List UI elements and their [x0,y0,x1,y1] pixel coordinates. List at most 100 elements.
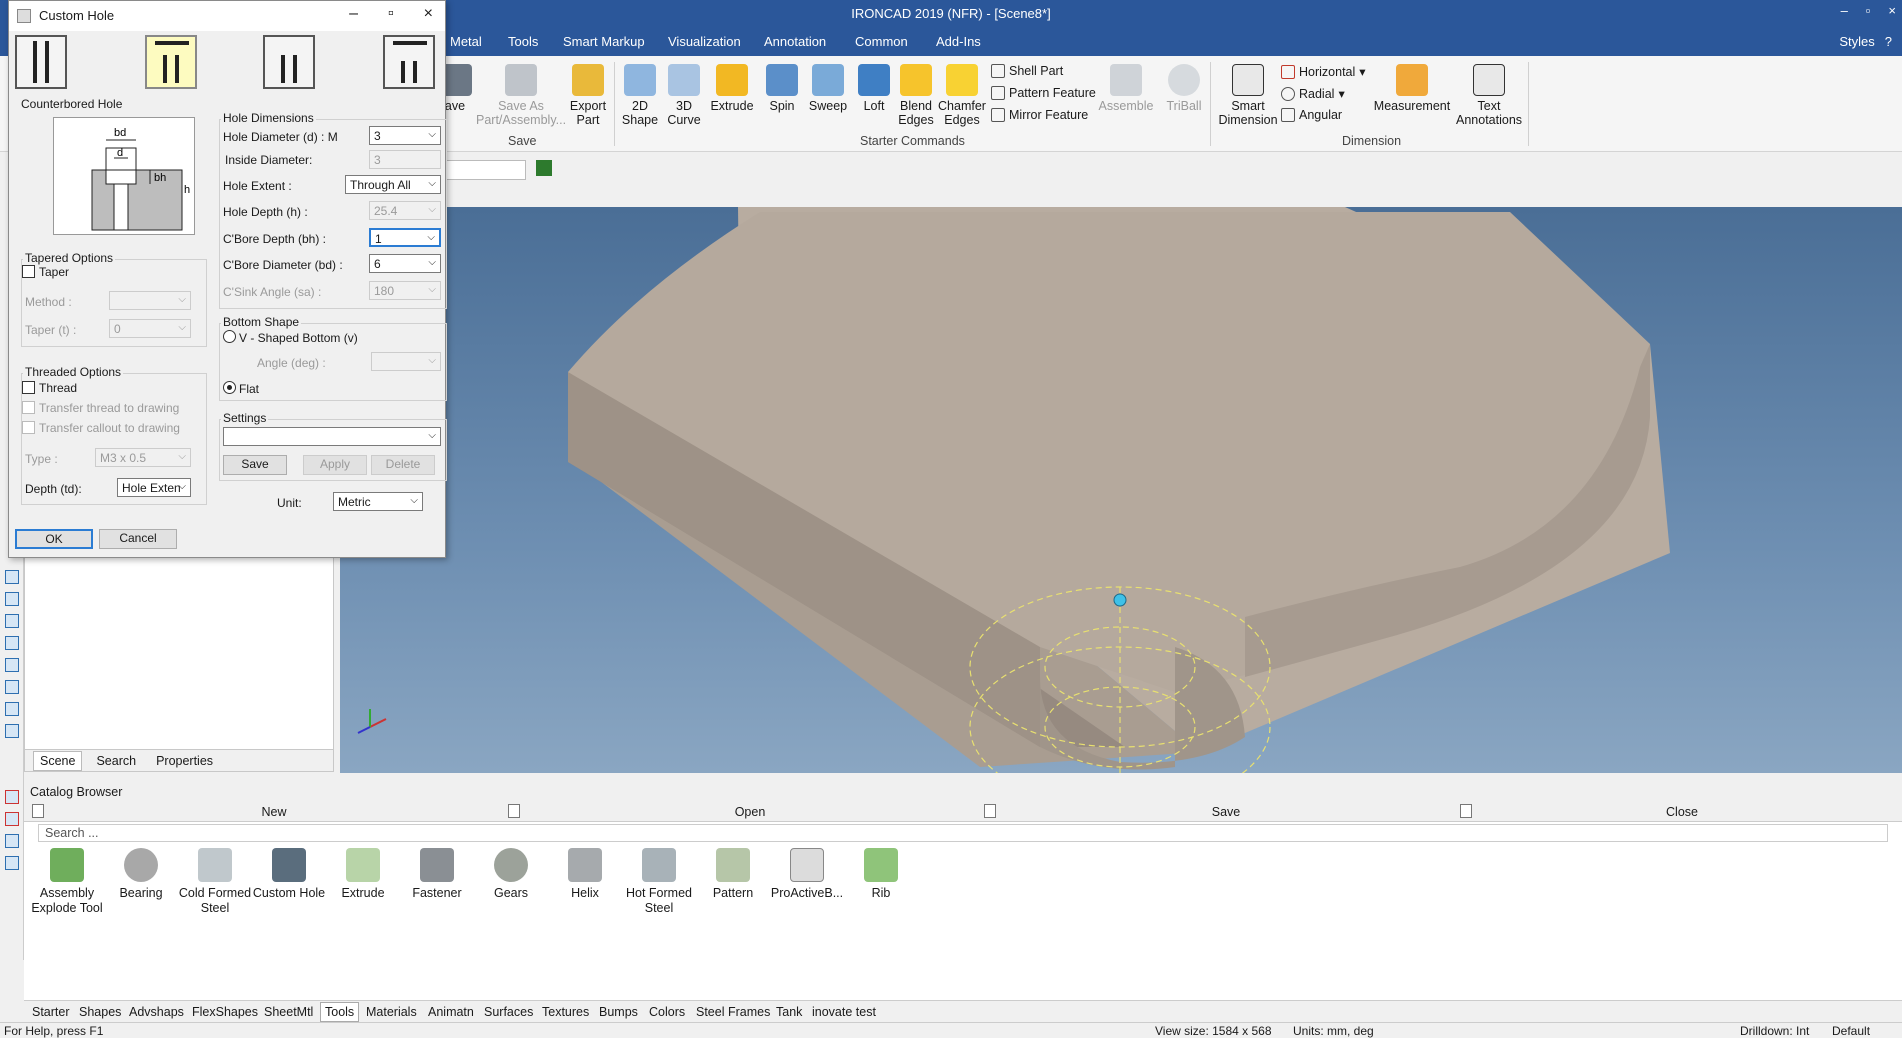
blend-edges-button[interactable]: Blend Edges [896,64,936,127]
scene-browser[interactable]: Scene Search Properties [24,540,334,772]
chamfer-edges-button[interactable]: Chamfer Edges [938,64,986,127]
text-annotations-button[interactable]: Text Annotations [1456,64,1522,127]
flat-radio[interactable] [223,381,236,394]
3d-curve-button[interactable]: 3D Curve [664,64,704,127]
tool-icon-7[interactable] [5,702,19,716]
tool-icon-1[interactable] [5,570,19,584]
catalog-tab-textures[interactable]: Textures [542,1005,589,1019]
catalog-item-cold-formed-steel[interactable]: Cold Formed Steel [176,848,254,916]
catalog-tab-flexshapes[interactable]: FlexShapes [192,1005,258,1019]
catalog-tab-sheetmtl[interactable]: SheetMtl [264,1005,313,1019]
shell-part-button[interactable]: Shell Part [991,64,1063,78]
cancel-button[interactable]: Cancel [99,529,177,549]
extrude-button[interactable]: Extrude [708,64,756,113]
dialog-minimize-button[interactable]: – [349,5,358,23]
maximize-button[interactable]: ▫ [1866,3,1871,18]
tool-icon-2[interactable] [5,592,19,606]
minimize-button[interactable]: – [1841,3,1848,18]
tab-metal[interactable]: Metal [450,34,482,49]
settings-apply-button[interactable]: Apply [303,455,367,475]
tab-properties[interactable]: Properties [150,752,219,770]
part-model[interactable] [340,207,1902,808]
catalog-open-button[interactable]: Open [520,805,980,819]
loft-button[interactable]: Loft [852,64,896,113]
cbore-depth-field[interactable]: 1 ⌵ [369,228,441,247]
3d-viewport[interactable] [340,207,1902,808]
settings-select[interactable]: ⌵ [223,427,441,446]
catalog-item-hot-formed-steel[interactable]: Hot Formed Steel [620,848,698,916]
mirror-feature-button[interactable]: Mirror Feature [991,108,1088,122]
tab-tools[interactable]: Tools [508,34,538,49]
dialog-close-button[interactable]: × [424,5,433,23]
catalog-tab-shapes[interactable]: Shapes [79,1005,121,1019]
tool-icon-12[interactable] [5,856,19,870]
horizontal-dim-button[interactable]: Horizontal ▾ [1281,64,1366,79]
pattern-feature-button[interactable]: Pattern Feature [991,86,1096,100]
catalog-tab-inovate-test[interactable]: inovate test [812,1005,876,1019]
catalog-search-input[interactable]: Search ... [38,824,1888,842]
default-dropdown[interactable]: Default [1832,1024,1870,1038]
sweep-button[interactable]: Sweep [806,64,850,113]
catalog-tab-tank[interactable]: Tank [776,1005,802,1019]
tool-icon-11[interactable] [5,834,19,848]
tool-icon-5[interactable] [5,658,19,672]
settings-save-button[interactable]: Save [223,455,287,475]
smart-dimension-button[interactable]: Smart Dimension [1218,64,1278,127]
tab-common[interactable]: Common [855,34,908,49]
catalog-item-assembly-explode[interactable]: Assembly Explode Tool [28,848,106,916]
catalog-tab-bumps[interactable]: Bumps [599,1005,638,1019]
catalog-tab-advshaps[interactable]: Advshaps [129,1005,184,1019]
drilldown-dropdown[interactable]: Drilldown: Int [1740,1024,1809,1038]
catalog-item-helix[interactable]: Helix [546,848,624,901]
tool-icon-4[interactable] [5,636,19,650]
depth-td-select[interactable]: Hole Exten ⌵ [117,478,191,497]
unit-select[interactable]: Metric ⌵ [333,492,423,511]
help-icon[interactable]: ? [1885,34,1892,49]
catalog-item-proactive[interactable]: ProActiveB... [768,848,846,901]
catalog-item-gears[interactable]: Gears [472,848,550,901]
tool-icon-6[interactable] [5,680,19,694]
export-part-button[interactable]: Export Part [566,64,610,127]
radial-dim-button[interactable]: Radial ▾ [1281,86,1345,101]
catalog-tab-colors[interactable]: Colors [649,1005,685,1019]
catalog-item-rib[interactable]: Rib [842,848,920,901]
catalog-close-button[interactable]: Close [1472,805,1892,819]
thread-checkbox[interactable] [22,381,35,394]
catalog-tab-starter[interactable]: Starter [32,1005,70,1019]
close-button[interactable]: × [1888,3,1896,18]
catalog-item-bearing[interactable]: Bearing [102,848,180,901]
triball-button[interactable]: TriBall [1162,64,1206,113]
taper-checkbox[interactable] [22,265,35,278]
catalog-item-pattern[interactable]: Pattern [694,848,772,901]
hole-diameter-select[interactable]: 3 ⌵ [369,126,441,145]
tab-annotation[interactable]: Annotation [764,34,826,49]
tool-icon-9[interactable] [5,790,19,804]
catalog-item-fastener[interactable]: Fastener [398,848,476,901]
selection-dropdown[interactable] [440,160,526,180]
assemble-button[interactable]: Assemble [1096,64,1156,113]
tab-add-ins[interactable]: Add-Ins [936,34,981,49]
tool-icon-8[interactable] [5,724,19,738]
tab-visualization[interactable]: Visualization [668,34,741,49]
settings-delete-button[interactable]: Delete [371,455,435,475]
ok-button[interactable]: OK [15,529,93,549]
catalog-tab-tools[interactable]: Tools [320,1002,360,1022]
cbore-diameter-field[interactable]: 6 ⌵ [369,254,441,273]
catalog-save-button[interactable]: Save [996,805,1456,819]
angular-dim-button[interactable]: Angular [1281,108,1342,122]
v-shaped-radio[interactable] [223,330,236,343]
countersunk-hole-icon[interactable] [263,35,315,89]
catalog-item-custom-hole[interactable]: Custom Hole [250,848,328,901]
tool-icon-3[interactable] [5,614,19,628]
catalog-item-extrude[interactable]: Extrude [324,848,402,901]
spin-button[interactable]: Spin [760,64,804,113]
catalog-tab-materials[interactable]: Materials [366,1005,417,1019]
hole-extent-select[interactable]: Through All ⌵ [345,175,441,194]
simple-hole-icon[interactable] [15,35,67,89]
tab-smart-markup[interactable]: Smart Markup [563,34,645,49]
save-as-button[interactable]: Save As Part/Assembly... [476,64,566,127]
styles-menu[interactable]: Styles [1839,34,1874,49]
cbore-csink-hole-icon[interactable] [383,35,435,89]
tab-scene[interactable]: Scene [33,750,83,771]
catalog-tab-surfaces[interactable]: Surfaces [484,1005,533,1019]
